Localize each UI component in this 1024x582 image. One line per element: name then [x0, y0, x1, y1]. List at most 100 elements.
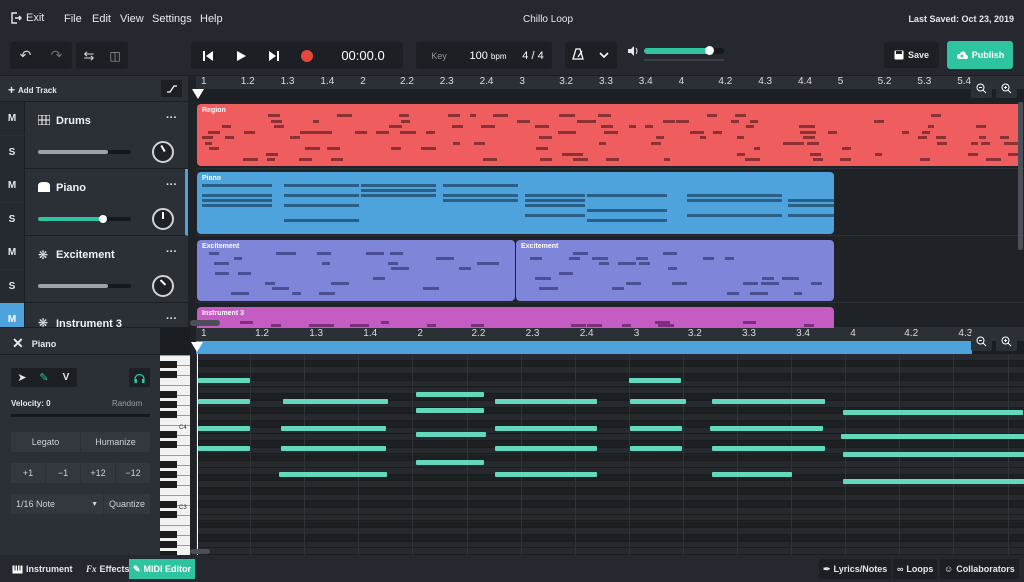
track-name[interactable]: Drums — [56, 115, 91, 127]
midi-note[interactable] — [198, 378, 250, 383]
menu-settings[interactable]: Settings — [152, 13, 192, 25]
publish-button[interactable]: Publish — [947, 41, 1013, 69]
humanize-button[interactable]: Humanize — [81, 432, 150, 452]
close-icon[interactable]: ✕ — [12, 335, 24, 352]
split-icon[interactable]: ◫ — [102, 49, 128, 63]
track-name[interactable]: Piano — [56, 182, 86, 194]
black-key[interactable] — [160, 371, 177, 378]
midi-note[interactable] — [416, 392, 484, 397]
midi-note[interactable] — [843, 479, 1024, 484]
add-track-button[interactable]: + Add Track — [8, 83, 57, 97]
record-icon[interactable] — [290, 49, 323, 63]
black-key[interactable] — [160, 431, 177, 438]
black-key[interactable] — [160, 361, 177, 368]
random-button[interactable]: Random — [112, 399, 142, 408]
black-key[interactable] — [160, 481, 177, 488]
arrange-h-scrollbar[interactable] — [190, 320, 220, 326]
quantize-button[interactable]: Quantize — [104, 494, 150, 514]
midi-note[interactable] — [712, 399, 825, 404]
track-options-icon[interactable]: ··· — [166, 246, 177, 258]
midi-note[interactable] — [630, 446, 682, 451]
zoom-in-icon[interactable] — [996, 78, 1017, 98]
velocity-tool[interactable]: V — [55, 372, 77, 383]
transpose-plus-12[interactable]: +12 — [81, 463, 115, 483]
track-name[interactable]: Instrument 3 — [56, 318, 122, 327]
exit-button[interactable]: Exit — [10, 12, 44, 24]
midi-note[interactable] — [495, 446, 597, 451]
black-key[interactable] — [160, 501, 177, 508]
note-length-select[interactable]: 1/16 Note ▼ — [11, 494, 103, 514]
solo-button[interactable]: S — [0, 270, 25, 303]
headphones-button[interactable] — [129, 368, 150, 387]
region-excitement-2[interactable]: Excitement — [516, 240, 834, 301]
legato-button[interactable]: Legato — [11, 432, 80, 452]
pointer-icon[interactable]: ➤ — [11, 371, 33, 384]
midi-note[interactable] — [841, 434, 1024, 439]
midi-note[interactable] — [416, 460, 484, 465]
white-key[interactable] — [160, 455, 190, 456]
playhead-marker[interactable] — [192, 89, 204, 99]
timeline-ruler[interactable]: 1 1.2 1.3 1.4 2 2.2 2.3 2.4 3 3.2 3.3 3.4 4 4.2 4.3 4.4… — [196, 76, 1024, 89]
midi-note[interactable] — [281, 446, 386, 451]
white-key[interactable] — [160, 355, 190, 356]
region-piano[interactable]: Piano — [197, 172, 834, 234]
play-icon[interactable] — [224, 50, 257, 62]
black-key[interactable] — [160, 391, 177, 398]
effects-tab[interactable]: Fx Effects — [82, 559, 134, 579]
midi-editor-tab[interactable]: ✎ MIDI Editor — [129, 559, 196, 579]
track-name[interactable]: Excitement — [56, 249, 115, 261]
midi-note[interactable] — [712, 446, 825, 451]
pan-knob[interactable] — [152, 208, 174, 230]
bpm-field[interactable]: 100 bpm — [462, 50, 514, 62]
midi-note[interactable] — [629, 378, 681, 383]
region-instrument-3[interactable]: Instrument 3 — [197, 307, 834, 328]
solo-button[interactable]: S — [0, 136, 25, 169]
mute-button[interactable]: M — [0, 303, 25, 327]
midi-note[interactable] — [416, 408, 484, 413]
loop-bar[interactable] — [196, 89, 1024, 102]
track-volume-thumb[interactable] — [99, 215, 108, 223]
midi-note[interactable] — [198, 446, 250, 451]
pencil-icon[interactable]: ✎ — [33, 371, 55, 384]
velocity-slider[interactable] — [11, 414, 150, 417]
metronome-icon[interactable] — [565, 48, 591, 63]
black-key[interactable] — [160, 401, 177, 408]
loop-icon[interactable]: ⇆ — [76, 48, 102, 64]
white-key[interactable] — [160, 385, 190, 386]
solo-button[interactable]: S — [0, 203, 25, 236]
pan-knob[interactable] — [152, 141, 174, 163]
piano-keyboard[interactable]: C4 C3 — [160, 355, 190, 555]
midi-note[interactable] — [198, 426, 250, 431]
menu-edit[interactable]: Edit — [92, 13, 111, 25]
editor-region-bar[interactable] — [196, 341, 972, 354]
midi-note[interactable] — [630, 426, 682, 431]
black-key[interactable] — [160, 471, 177, 478]
midi-note[interactable] — [630, 399, 686, 404]
transpose-minus-12[interactable]: −12 — [116, 463, 150, 483]
skip-forward-icon[interactable] — [257, 50, 290, 62]
region-excitement-1[interactable]: Excitement — [197, 240, 515, 301]
pan-knob[interactable] — [152, 275, 174, 297]
track-options-icon[interactable]: ··· — [166, 112, 177, 124]
black-key[interactable] — [160, 441, 177, 448]
track-options-icon[interactable]: ··· — [166, 313, 177, 325]
midi-note[interactable] — [283, 399, 388, 404]
chevron-down-icon[interactable] — [591, 50, 617, 62]
editor-h-scrollbar[interactable] — [190, 549, 210, 554]
midi-note[interactable] — [281, 426, 386, 431]
midi-note[interactable] — [710, 426, 823, 431]
black-key[interactable] — [160, 541, 177, 548]
midi-note[interactable] — [843, 452, 1024, 457]
master-volume-slider[interactable] — [644, 46, 724, 55]
black-key[interactable] — [160, 511, 177, 518]
loops-tab[interactable]: ∞ Loops — [893, 559, 938, 579]
track-volume-slider[interactable] — [38, 284, 131, 288]
instrument-tab[interactable]: Instrument — [8, 559, 77, 579]
black-key[interactable] — [160, 461, 177, 468]
mute-button[interactable]: M — [0, 236, 25, 269]
undo-icon[interactable]: ↶ — [10, 47, 41, 64]
menu-view[interactable]: View — [120, 13, 144, 25]
mute-button[interactable]: M — [0, 169, 25, 202]
black-key[interactable] — [160, 411, 177, 418]
menu-help[interactable]: Help — [200, 13, 223, 25]
